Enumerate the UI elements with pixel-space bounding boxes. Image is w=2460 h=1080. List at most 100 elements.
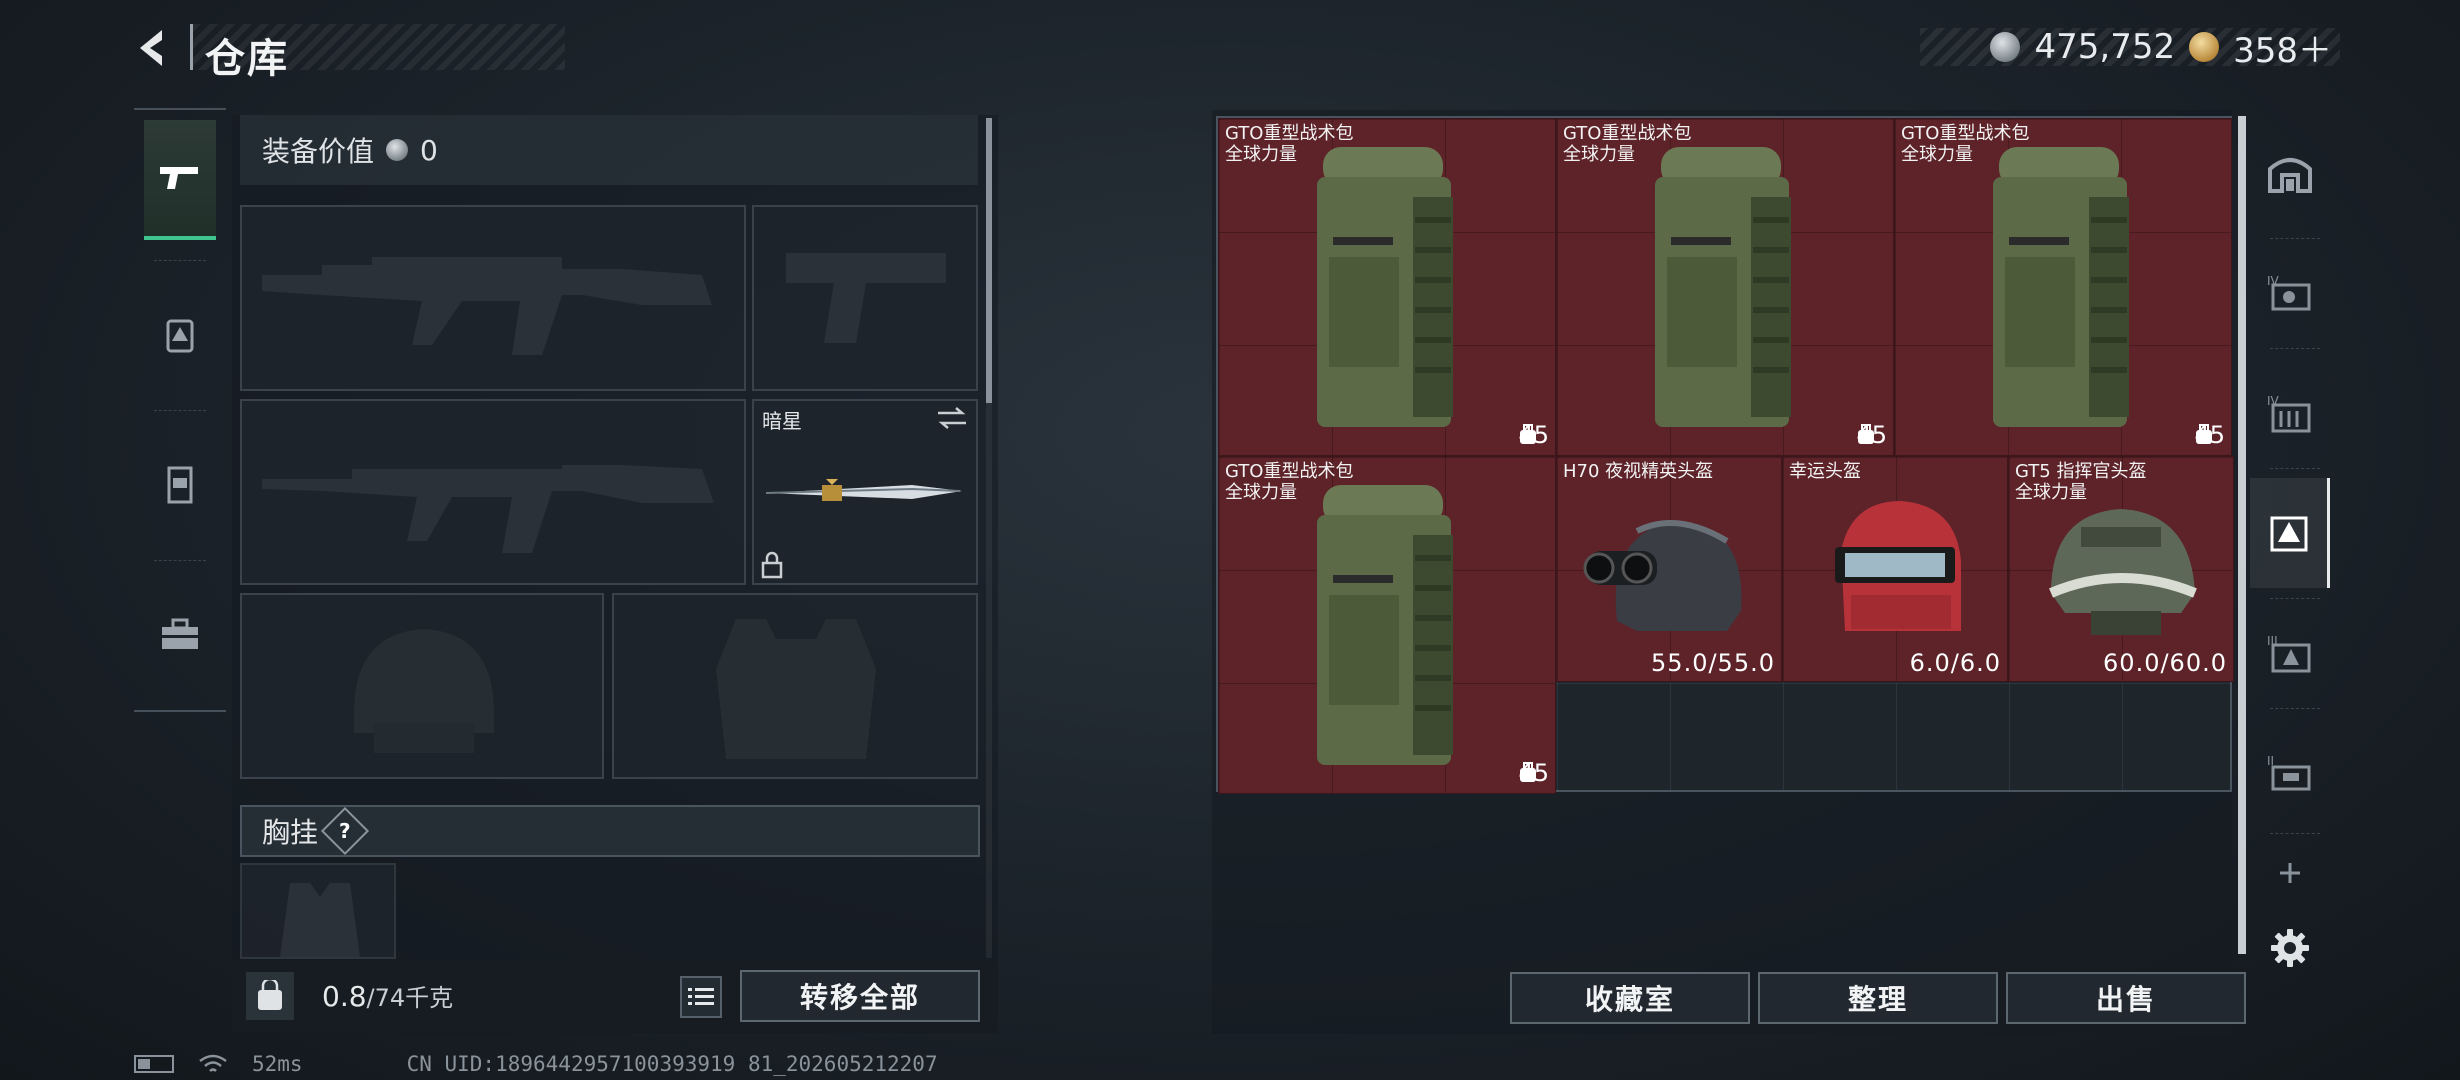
chest-rig-header: 胸挂 ?: [240, 805, 980, 857]
silver-coin-icon: [386, 139, 409, 161]
collection-room-button[interactable]: 收藏室: [1510, 972, 1750, 1024]
help-mark: ?: [339, 818, 351, 843]
rail-item-weapons[interactable]: [144, 120, 216, 240]
rifle-silhouette-icon: [262, 257, 712, 355]
item-name: GTO重型战术包: [1563, 123, 1692, 144]
settings-icon: [2271, 929, 2309, 967]
backpack-icon: [1993, 147, 2129, 427]
knife-icon: [765, 479, 962, 501]
secondary-weapon-slot[interactable]: [240, 399, 746, 585]
storage-item[interactable]: H70 夜视精英头盔 55.0/55.0: [1556, 456, 1782, 682]
backpack-icon: [1317, 485, 1453, 765]
loadout-scroll-thumb[interactable]: [986, 118, 992, 403]
item-name: GTO重型战术包: [1901, 123, 2030, 144]
rifle-silhouette-icon: [262, 465, 714, 553]
item-subtitle: 全球力量: [1901, 144, 1973, 165]
item-subtitle: 全球力量: [1225, 144, 1297, 165]
equipment-value-label: 装备价值: [262, 135, 375, 168]
item-capacity: 45: [2194, 421, 2225, 449]
transfer-all-button[interactable]: 转移全部: [740, 970, 980, 1022]
kg-weight-icon: [258, 980, 282, 1010]
equipment-value-bar: 装备价值 0: [240, 115, 978, 185]
melee-slot[interactable]: 暗星: [752, 399, 978, 585]
storage-item[interactable]: GT5 指挥官头盔 全球力量 60.0/60.0: [2008, 456, 2234, 682]
status-bar: 52ms CN UID:1896442957100393919 81_20260…: [134, 1052, 938, 1076]
storage-item[interactable]: 幸运头盔 6.0/6.0: [1782, 456, 2008, 682]
organize-button[interactable]: 整理: [1758, 972, 1998, 1024]
armor-silhouette-icon: [716, 619, 876, 759]
storage-item[interactable]: GTO重型战术包 全球力量 45: [1218, 456, 1556, 794]
gold-coin-icon: [2189, 32, 2220, 62]
storage-item[interactable]: GTO重型战术包 全球力量 45: [1556, 118, 1894, 456]
item-name: GTO重型战术包: [1225, 123, 1354, 144]
chest-rig-slot[interactable]: [240, 863, 396, 959]
chevron-left-icon: [140, 30, 162, 66]
page-title: 仓库: [205, 36, 289, 82]
silver-coin-icon: [1990, 32, 2021, 62]
capacity-icon: [1520, 762, 1537, 782]
list-icon: [688, 988, 714, 1005]
vest-icon: [167, 466, 193, 504]
chest-rig-silhouette-icon: [280, 883, 360, 957]
lock-icon: [761, 551, 783, 579]
pistol-silhouette-icon: [786, 253, 946, 343]
tier2-case-icon: II: [2267, 754, 2311, 791]
tier4-case-icon: IV: [2267, 274, 2311, 311]
add-button[interactable]: [2250, 838, 2330, 908]
rrail-item-tier3-case[interactable]: III: [2250, 598, 2330, 708]
item-durability: 6.0/6.0: [1909, 649, 2001, 677]
back-button[interactable]: [128, 22, 180, 74]
item-durability: 55.0/55.0: [1651, 649, 1775, 677]
backpack-icon: [166, 319, 194, 353]
equipment-value: 0: [420, 133, 438, 167]
nvg-helmet-icon: [1583, 520, 1742, 631]
capacity-icon: [2196, 424, 2213, 444]
rrail-item-tier2-case[interactable]: II: [2250, 718, 2330, 828]
category-rail: [134, 108, 226, 712]
item-capacity: 45: [1856, 421, 1887, 449]
item-name: 幸运头盔: [1789, 461, 1861, 482]
gold-amount[interactable]: 358＋: [2233, 23, 2332, 72]
rail-item-toolbox[interactable]: [144, 575, 216, 695]
helmet-silhouette-icon: [354, 629, 494, 753]
rrail-item-safehouse[interactable]: [2250, 118, 2330, 228]
armor-slot[interactable]: [612, 593, 978, 779]
page-title-bar: 仓库: [190, 24, 565, 82]
primary-weapon-slot[interactable]: [240, 205, 746, 391]
uid-text: CN UID:1896442957100393919 81_2026052122…: [406, 1052, 938, 1076]
help-icon[interactable]: ?: [320, 806, 370, 856]
storage-grid: GTO重型战术包 全球力量 45 GTO重型战术包 全球力量: [1216, 116, 2234, 794]
list-view-button[interactable]: [680, 976, 722, 1018]
settings-button[interactable]: [2250, 918, 2330, 978]
rrail-item-tier4-case[interactable]: IV: [2250, 238, 2330, 348]
sell-button[interactable]: 出售: [2006, 972, 2246, 1024]
storage-item[interactable]: GTO重型战术包 全球力量 45: [1894, 118, 2232, 456]
safehouse-icon: [2268, 158, 2312, 193]
swap-icon[interactable]: [936, 405, 968, 431]
rrail-item-tier4-box[interactable]: IV: [2250, 358, 2330, 468]
chest-rig-label: 胸挂: [262, 816, 319, 849]
storage-scrollbar[interactable]: [2238, 116, 2246, 954]
rail-item-backpack[interactable]: [144, 275, 216, 395]
weight-bar: 0.8/74千克 转移全部: [232, 960, 998, 1032]
item-capacity: 45: [1518, 421, 1549, 449]
loadout-panel: 装备价值 0 暗星 胸挂 ?: [232, 115, 998, 1033]
tier-bag-icon: [2270, 516, 2307, 552]
storage-item[interactable]: GTO重型战术包 全球力量 45: [1218, 118, 1556, 456]
rrail-item-backpacks[interactable]: [2250, 478, 2330, 588]
storage-panel: GTO重型战术包 全球力量 45 GTO重型战术包 全球力量: [1212, 110, 2246, 1034]
item-durability: 60.0/60.0: [2103, 649, 2227, 677]
red-helmet-icon: [1835, 501, 1961, 631]
item-name: H70 夜视精英头盔: [1563, 461, 1714, 482]
currency-bar: 475,752 358＋: [1920, 27, 2340, 71]
storage-category-rail: IV IV III II: [2250, 108, 2330, 978]
wifi-icon: [199, 1054, 227, 1072]
helmet-slot[interactable]: [240, 593, 604, 779]
rail-item-vest[interactable]: [144, 425, 216, 545]
tactical-helmet-icon: [2049, 509, 2197, 635]
item-subtitle: 全球力量: [1563, 144, 1635, 165]
pistol-icon: [160, 167, 198, 189]
pistol-slot[interactable]: [752, 205, 978, 391]
weight-capacity: /74千克: [366, 984, 454, 1012]
tier4-box-icon: IV: [2267, 394, 2311, 433]
